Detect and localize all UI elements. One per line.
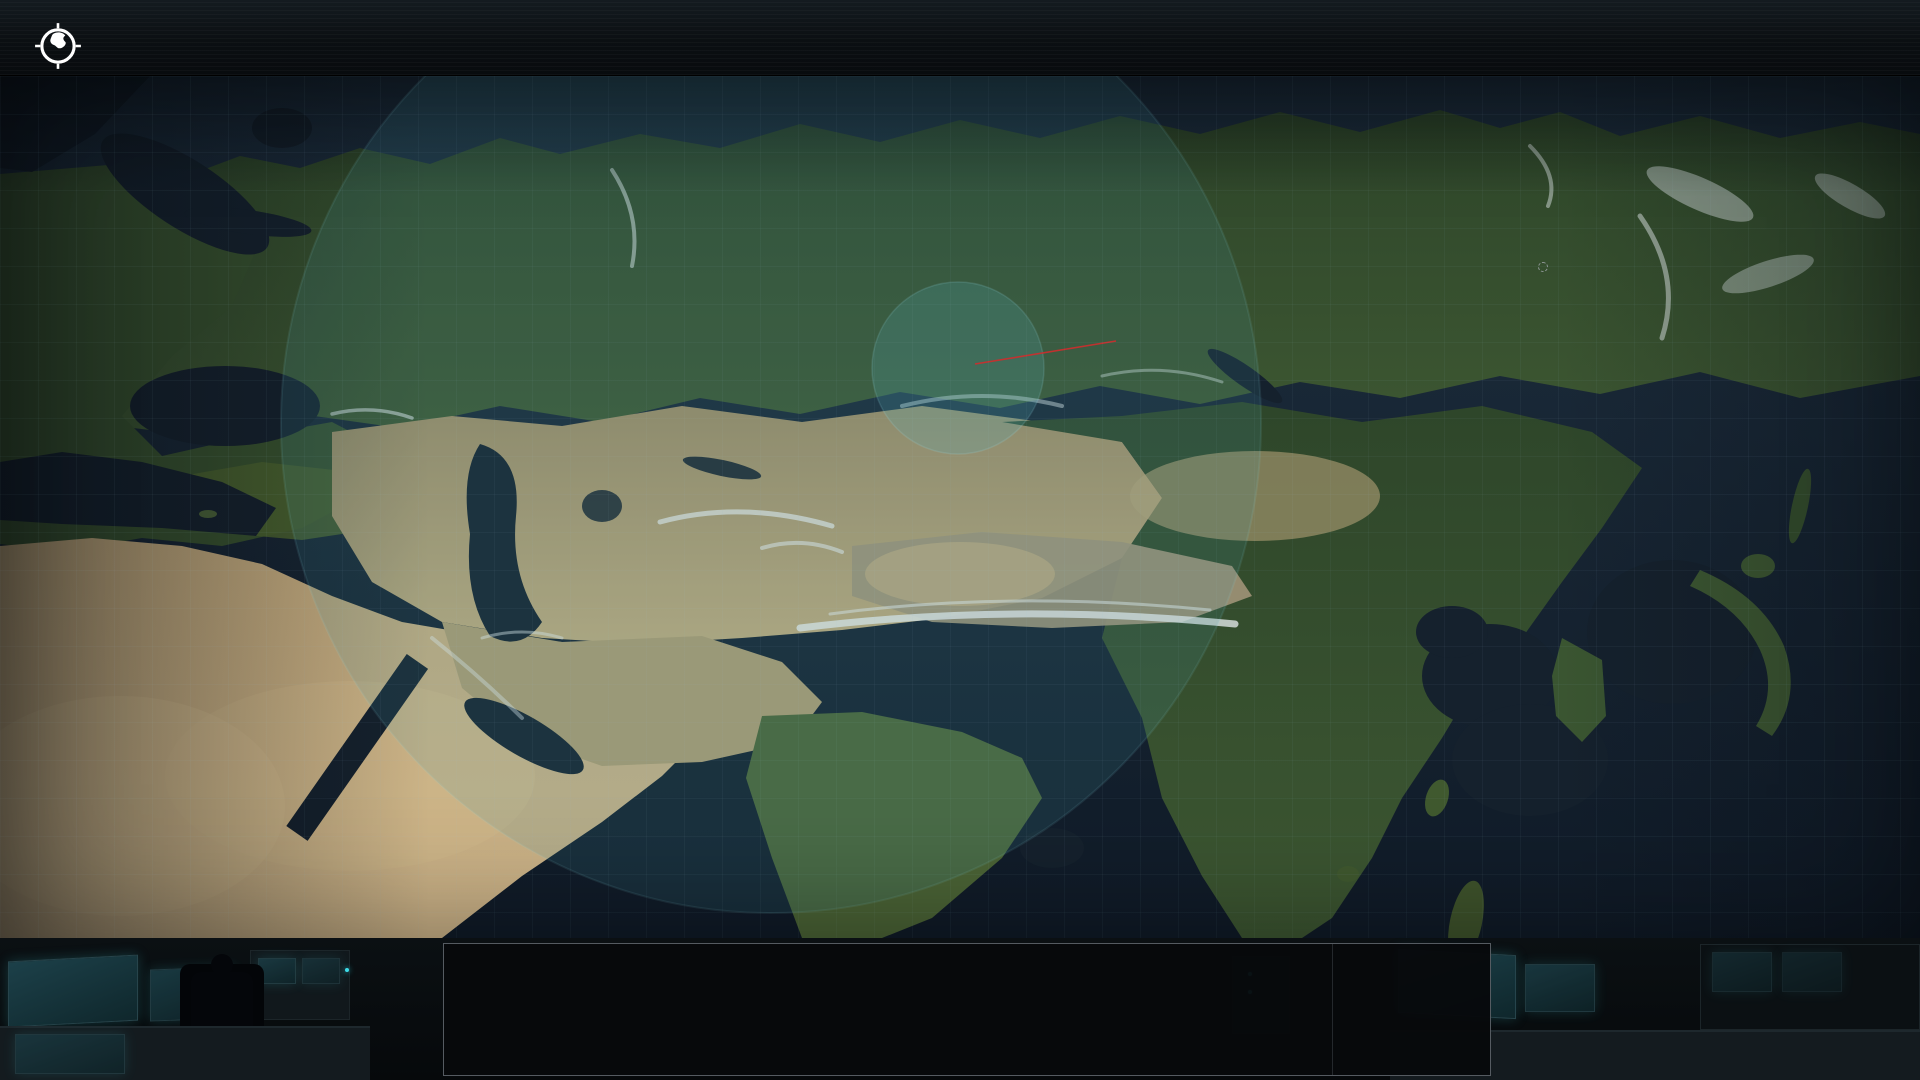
top-bar	[0, 0, 1920, 76]
operator-silhouette	[187, 954, 257, 1034]
console-screen	[302, 958, 340, 984]
console-screen	[8, 955, 138, 1028]
console-screen	[15, 1034, 125, 1074]
funds-display	[318, 24, 436, 29]
unknown-stat-1	[441, 26, 511, 32]
event-log-rows	[444, 951, 1330, 1075]
scanlines-overlay	[0, 0, 1920, 75]
uplinks-display	[1294, 25, 1372, 30]
console-screen	[1712, 952, 1772, 992]
signal-interference-indicator	[1538, 262, 1555, 272]
stats-grid	[1332, 944, 1490, 1075]
indicator-light	[345, 968, 349, 972]
geoscape-map[interactable]	[0, 76, 1920, 938]
globe-crosshair-logo-icon	[33, 21, 83, 71]
interference-ring-icon	[1538, 262, 1548, 272]
map-markers-layer	[0, 76, 1920, 938]
unknown-stat-2	[517, 26, 587, 32]
event-log-panel	[443, 943, 1491, 1076]
console-screen	[1782, 952, 1842, 992]
console-screen	[1525, 964, 1595, 1012]
